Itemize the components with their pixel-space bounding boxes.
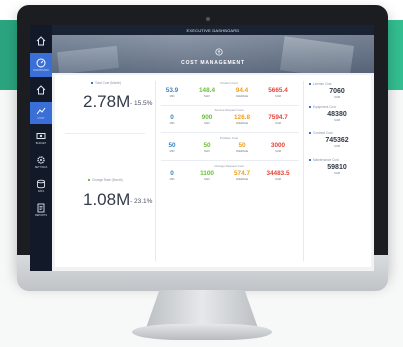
banner: COST MANAGEMENT bbox=[52, 35, 374, 73]
divider bbox=[161, 160, 299, 161]
sidebar: DASHBOARD COST BUDGET SETTINGS DATA REPO… bbox=[30, 25, 52, 271]
change-rate-change: - 23.1% bbox=[130, 198, 153, 205]
monitor-stand bbox=[146, 290, 258, 328]
min-metric: 50 MIN bbox=[168, 142, 176, 153]
sidebar-item-budget[interactable]: BUDGET bbox=[30, 127, 52, 149]
license-cost-card: License Cost 7060 SUM bbox=[309, 82, 365, 99]
sidebar-item-label: SETTINGS bbox=[34, 166, 48, 169]
max-metric: 148.4 MAX bbox=[199, 87, 215, 98]
banner-overlay bbox=[52, 35, 374, 73]
cost-icon bbox=[215, 48, 223, 56]
gauge-icon bbox=[36, 58, 46, 68]
change-rate-label: Change Rate (Month) bbox=[88, 178, 123, 182]
min-metric: 53.9 MIN bbox=[165, 87, 179, 98]
sidebar-item-label: DATA bbox=[37, 190, 45, 193]
page-title: EXECUTIVE DASHBOARD bbox=[186, 28, 240, 33]
home-icon bbox=[36, 85, 46, 95]
sidebar-item-home[interactable] bbox=[30, 31, 52, 51]
total-cost-value: 2.78M bbox=[83, 92, 131, 111]
max-metric: 900 MAX bbox=[201, 114, 213, 125]
gear-icon bbox=[37, 156, 45, 164]
sidebar-item-data[interactable]: DATA bbox=[30, 175, 52, 197]
dashboard-screen: DASHBOARD COST BUDGET SETTINGS DATA REPO… bbox=[30, 25, 374, 271]
sum-metric: 5665.4 SUM bbox=[268, 87, 288, 98]
equipment-cost-card: Equipment Cost 48380 SUM bbox=[309, 105, 365, 122]
bullet-icon bbox=[309, 159, 311, 162]
sidebar-item-reports[interactable]: REPORTS bbox=[30, 199, 52, 221]
bullet-icon bbox=[88, 179, 90, 182]
home-icon bbox=[36, 36, 46, 46]
sidebar-item-home-2[interactable] bbox=[30, 80, 52, 100]
chart-icon bbox=[36, 107, 46, 115]
min-metric: 0 MIN bbox=[169, 170, 175, 181]
bullet-icon bbox=[309, 132, 311, 135]
sum-metric: 3000 SUM bbox=[270, 142, 286, 153]
contract-cost-card: Contract Cost 745362 SUM bbox=[309, 131, 365, 148]
section-title: Problem Cost bbox=[219, 136, 239, 140]
sidebar-item-dashboard[interactable]: DASHBOARD bbox=[30, 53, 52, 77]
sidebar-item-settings[interactable]: SETTINGS bbox=[30, 151, 52, 173]
total-cost-label: Total Cost (Month) bbox=[91, 81, 121, 85]
monitor-base bbox=[132, 324, 272, 340]
banner-title: COST MANAGEMENT bbox=[181, 60, 245, 66]
top-bar: EXECUTIVE DASHBOARD bbox=[52, 25, 374, 35]
max-metric: 50 MAX bbox=[203, 142, 211, 153]
column-divider bbox=[155, 81, 156, 261]
sum-metric: 34483.5 SUM bbox=[266, 170, 290, 181]
sidebar-item-label: COST bbox=[37, 117, 45, 120]
average-metric: 574.7 AVERAGE bbox=[234, 170, 250, 181]
report-icon bbox=[37, 203, 45, 213]
camera-dot bbox=[206, 17, 210, 21]
maintenance-cost-card: Maintenance Cost 59810 SUM bbox=[309, 158, 365, 175]
sidebar-item-label: DASHBOARD bbox=[33, 69, 49, 72]
max-metric: 1100 MAX bbox=[200, 170, 214, 181]
cost-panel: Total Cost (Month) 2.78M - 15.5% Change … bbox=[55, 75, 371, 267]
average-metric: 50 AVERAGE bbox=[235, 142, 249, 153]
average-metric: 94.4 AVERAGE bbox=[235, 87, 249, 98]
database-icon bbox=[37, 179, 45, 189]
divider bbox=[161, 132, 299, 133]
section-title: Service Request Cost bbox=[214, 108, 244, 112]
total-cost-change: - 15.5% bbox=[130, 100, 153, 107]
section-title: Product Cost bbox=[220, 81, 238, 85]
sidebar-item-label: BUDGET bbox=[35, 142, 47, 145]
sidebar-item-cost[interactable]: COST bbox=[30, 102, 52, 124]
divider bbox=[161, 105, 299, 106]
average-metric: 126.8 AVERAGE bbox=[234, 114, 250, 125]
section-title: Change Request Cost bbox=[214, 164, 244, 168]
sum-metric: 7594.7 SUM bbox=[268, 114, 288, 125]
divider bbox=[65, 133, 145, 134]
column-divider bbox=[303, 81, 304, 261]
change-rate-value: 1.08M bbox=[83, 190, 131, 209]
min-metric: 0 MIN bbox=[169, 114, 175, 125]
bullet-icon bbox=[91, 82, 93, 85]
sidebar-item-label: REPORTS bbox=[34, 214, 48, 217]
bullet-icon bbox=[309, 106, 311, 109]
bullet-icon bbox=[309, 83, 311, 86]
money-icon bbox=[36, 133, 46, 139]
